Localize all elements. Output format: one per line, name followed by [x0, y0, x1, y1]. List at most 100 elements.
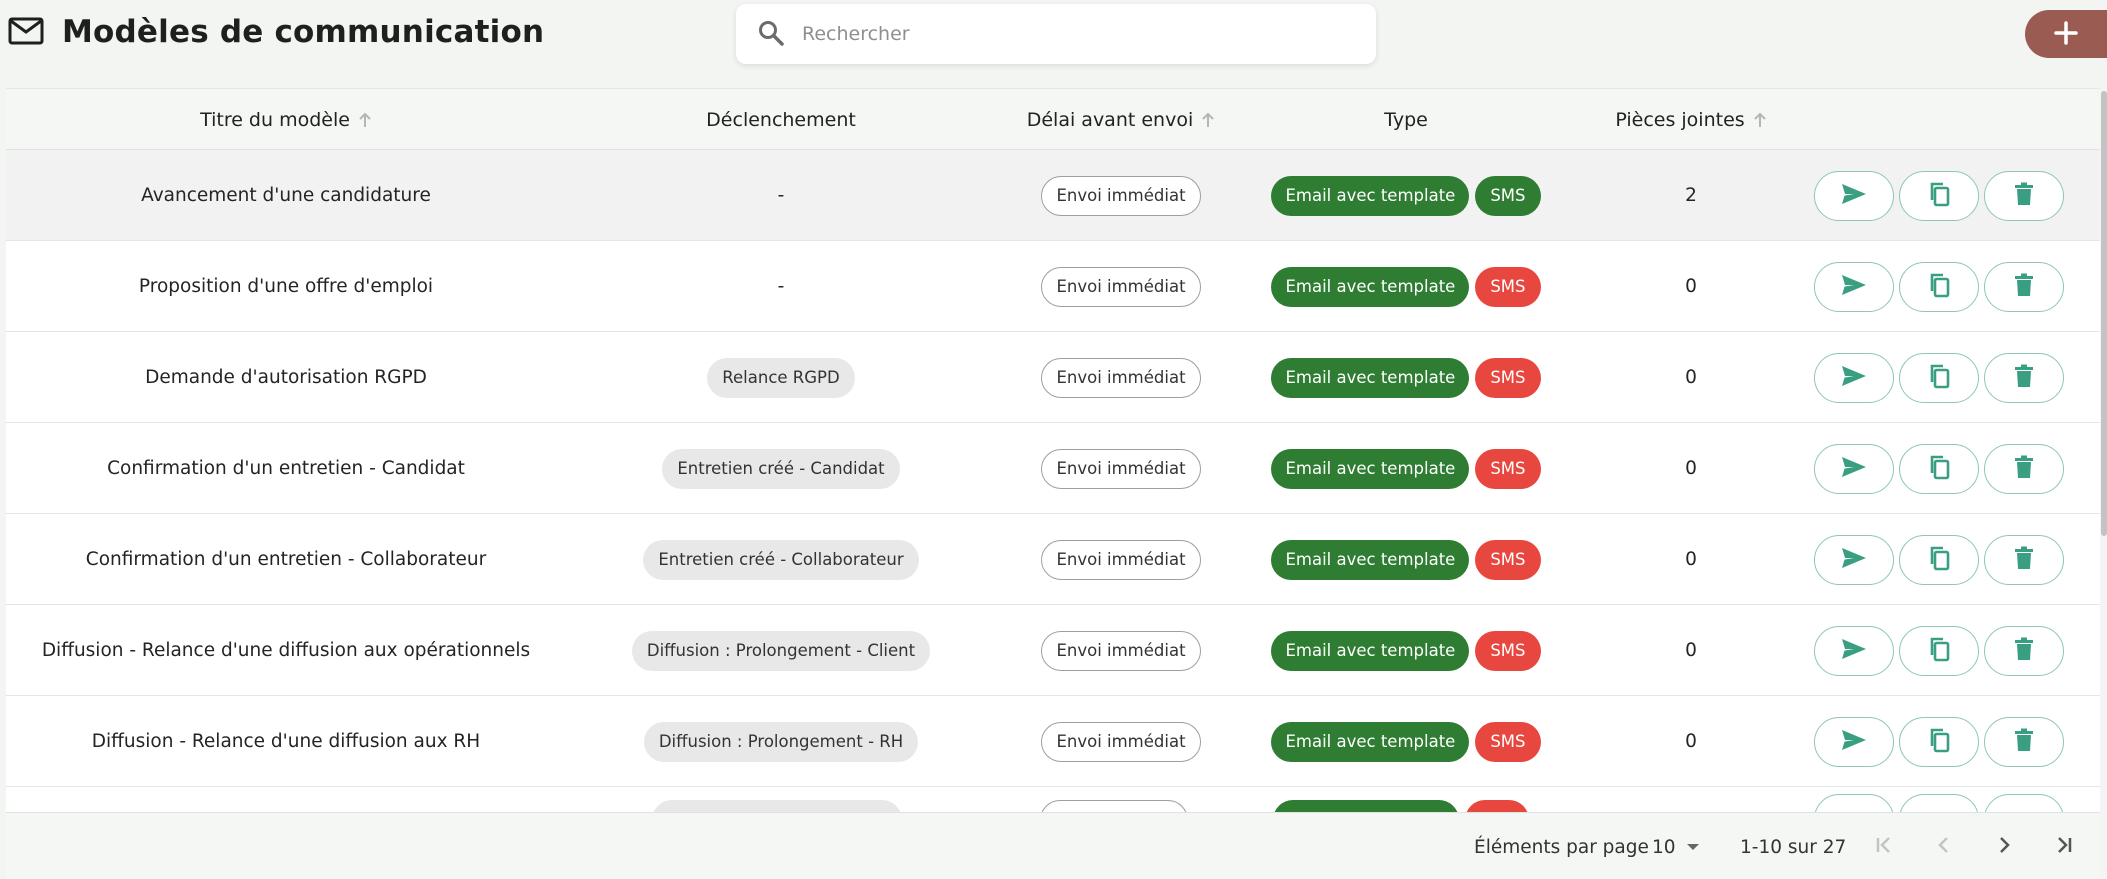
- row-actions: [1814, 423, 2069, 514]
- column-delay[interactable]: Délai avant envoi: [996, 89, 1246, 150]
- duplicate-button[interactable]: [1899, 261, 1979, 312]
- duplicate-button[interactable]: [1899, 443, 1979, 494]
- search-input[interactable]: [802, 23, 1342, 45]
- search-box[interactable]: [736, 4, 1376, 64]
- attachments-count: 0: [1685, 549, 1697, 570]
- row-actions: [1814, 150, 2069, 241]
- attachments-count: 0: [1685, 276, 1697, 297]
- column-attachments[interactable]: Pièces jointes: [1566, 89, 1816, 150]
- delete-button[interactable]: [1984, 261, 2064, 312]
- send-button[interactable]: [1814, 625, 1894, 676]
- sort-arrow-icon[interactable]: [1753, 112, 1767, 128]
- delete-button[interactable]: [1984, 443, 2064, 494]
- sms-badge: SMS: [1475, 721, 1541, 762]
- sort-arrow-icon[interactable]: [1201, 112, 1215, 128]
- action-button-partial: [1814, 794, 1894, 812]
- send-icon: [1840, 546, 1868, 573]
- table-row[interactable]: Demande d'autorisation RGPD Relance RGPD E…: [6, 332, 2100, 423]
- copy-icon: [1928, 454, 1950, 483]
- delay-chip: Envoi immédiat: [1041, 721, 1201, 762]
- duplicate-button[interactable]: [1899, 170, 1979, 221]
- duplicate-button[interactable]: [1899, 352, 1979, 403]
- table-row[interactable]: Diffusion - Relance d'une diffusion aux …: [6, 605, 2100, 696]
- send-icon: [1840, 273, 1868, 300]
- sms-badge: SMS: [1475, 630, 1541, 671]
- row-actions: [1814, 605, 2069, 696]
- trash-icon: [2014, 455, 2034, 482]
- trigger-empty: -: [777, 185, 785, 206]
- row-actions: [1814, 241, 2069, 332]
- send-button[interactable]: [1814, 261, 1894, 312]
- first-page-button[interactable]: [1864, 827, 1904, 867]
- row-actions: [1814, 514, 2069, 605]
- delay-cell: Envoi immédiat: [996, 241, 1246, 332]
- delete-button[interactable]: [1984, 170, 2064, 221]
- delete-button[interactable]: [1984, 352, 2064, 403]
- duplicate-button[interactable]: [1899, 534, 1979, 585]
- delay-chip: Envoi immédiat: [1041, 539, 1201, 580]
- sms-badge: SMS: [1475, 539, 1541, 580]
- sms-chip-partial: [1465, 800, 1529, 812]
- send-button[interactable]: [1814, 534, 1894, 585]
- delete-button[interactable]: [1984, 534, 2064, 585]
- trigger-chip: Entretien créé - Collaborateur: [643, 539, 919, 580]
- send-button[interactable]: [1814, 716, 1894, 767]
- duplicate-button[interactable]: [1899, 625, 1979, 676]
- trigger-cell: Diffusion : Prolongement - Client: [566, 605, 996, 696]
- table-row[interactable]: Avancement d'une candidature - Envoi imméd…: [6, 150, 2100, 241]
- delay-cell: Envoi immédiat: [996, 332, 1246, 423]
- page-title: Modèles de communication: [62, 14, 545, 50]
- copy-icon: [1928, 636, 1950, 665]
- last-page-button[interactable]: [2044, 827, 2084, 867]
- per-page-select[interactable]: 10: [1652, 813, 1700, 879]
- email-template-badge: Email avec template: [1271, 266, 1470, 307]
- trigger-cell: Diffusion : Prolongement - RH: [566, 696, 996, 787]
- type-cell: Email avec template SMS: [1246, 423, 1566, 514]
- template-title: Avancement d'une candidature: [141, 185, 431, 206]
- delete-button[interactable]: [1984, 625, 2064, 676]
- email-template-badge: Email avec template: [1271, 630, 1470, 671]
- attachments-count: 0: [1685, 367, 1697, 388]
- table-row[interactable]: Proposition d'une offre d'emploi - Envoi i…: [6, 241, 2100, 332]
- type-cell: Email avec template SMS: [1246, 696, 1566, 787]
- copy-icon: [1928, 272, 1950, 301]
- trash-icon: [2014, 273, 2034, 300]
- prev-page-button[interactable]: [1924, 827, 1964, 867]
- trash-icon: [2014, 728, 2034, 755]
- per-page-label: Éléments par page: [1474, 836, 1649, 858]
- copy-icon: [1928, 181, 1950, 210]
- table-row[interactable]: Diffusion - Relance d'une diffusion aux …: [6, 696, 2100, 787]
- table-row-partial: [6, 788, 2100, 812]
- send-button[interactable]: [1814, 170, 1894, 221]
- chevron-down-icon: [1686, 843, 1700, 851]
- send-icon: [1840, 182, 1868, 209]
- next-page-button[interactable]: [1984, 827, 2024, 867]
- send-icon: [1840, 364, 1868, 391]
- scrollbar-thumb[interactable]: [2101, 91, 2107, 536]
- column-title[interactable]: Titre du modèle: [6, 89, 566, 150]
- attachments-count: 0: [1685, 458, 1697, 479]
- delete-button[interactable]: [1984, 716, 2064, 767]
- column-type: Type: [1384, 108, 1428, 131]
- copy-icon: [1928, 363, 1950, 392]
- delay-chip: Envoi immédiat: [1041, 266, 1201, 307]
- vertical-scrollbar[interactable]: [2100, 89, 2107, 879]
- plus-icon: [2054, 20, 2078, 48]
- type-cell: Email avec template SMS: [1246, 605, 1566, 696]
- add-template-button[interactable]: [2025, 10, 2107, 58]
- send-button[interactable]: [1814, 443, 1894, 494]
- search-icon: [758, 20, 786, 48]
- trigger-cell: Relance RGPD: [566, 332, 996, 423]
- trigger-chip: Entretien créé - Candidat: [662, 448, 900, 489]
- duplicate-button[interactable]: [1899, 716, 1979, 767]
- send-button[interactable]: [1814, 352, 1894, 403]
- table-row[interactable]: Confirmation d'un entretien - Candidat En…: [6, 423, 2100, 514]
- template-title: Demande d'autorisation RGPD: [145, 367, 427, 388]
- trigger-cell: -: [566, 241, 996, 332]
- sort-arrow-icon[interactable]: [358, 112, 372, 128]
- trigger-chip: Diffusion : Prolongement - Client: [631, 630, 931, 671]
- template-title: Diffusion - Relance d'une diffusion aux …: [41, 640, 531, 661]
- delay-cell: Envoi immédiat: [996, 514, 1246, 605]
- attachments-count: 0: [1685, 640, 1697, 661]
- table-row[interactable]: Confirmation d'un entretien - Collaborat…: [6, 514, 2100, 605]
